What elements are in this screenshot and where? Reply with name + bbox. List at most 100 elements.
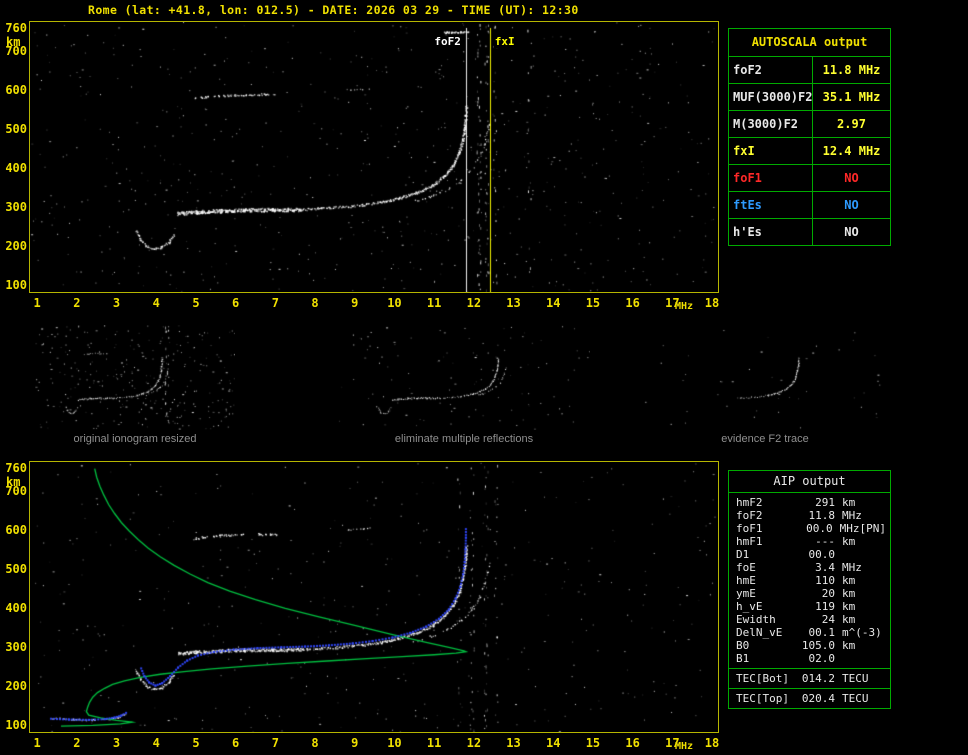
ionogram-canvas-top — [30, 22, 718, 292]
x-axis-unit-label: MHz — [675, 301, 694, 312]
parameter-label: h_vE — [736, 600, 763, 613]
x-tick-label: 13 — [506, 296, 521, 310]
parameter-value: 105.0 — [801, 639, 835, 652]
autoscala-row-ftes: ftEs NO — [729, 192, 890, 219]
y-tick-label: 500 — [5, 122, 27, 137]
parameter-label: hmF1 — [736, 535, 763, 548]
aip-row-hmf1: hmF1 --- km — [729, 535, 890, 548]
y-tick-label: 100 — [5, 278, 27, 293]
fxi-marker-label: fxI — [493, 35, 516, 48]
parameter-label: TEC[Top] — [736, 692, 789, 705]
autoscala-row-fof2: foF2 11.8 MHz — [729, 57, 890, 84]
parameter-label: fxI — [729, 138, 813, 164]
y-tick-label: 400 — [5, 601, 27, 616]
parameter-value: NO — [844, 171, 859, 185]
parameter-value: 20 — [821, 587, 835, 600]
aip-row-d1: D1 00.0 — [729, 548, 890, 561]
thumbnail-caption-eliminate-reflections: eliminate multiple reflections — [394, 433, 534, 445]
parameter-unit: km — [842, 496, 856, 509]
thumbnail-caption-original: original ionogram resized — [73, 433, 197, 445]
parameter-unit: km — [842, 613, 856, 626]
autoscala-table-header: AUTOSCALA output — [729, 29, 890, 57]
parameter-label: foF1 — [736, 522, 763, 535]
y-tick-label: 300 — [5, 200, 27, 215]
x-tick-label: 15 — [585, 296, 601, 310]
ionogram-canvas-bottom — [30, 462, 718, 732]
parameter-unit: TECU — [842, 692, 869, 705]
y-tick-label: 200 — [5, 239, 27, 254]
x-tick-label: 4 — [152, 296, 160, 310]
aip-row-delnve: DelN_vE 00.1 m^(-3) — [729, 626, 890, 639]
thumbnail-eliminate-reflections — [338, 325, 590, 434]
aip-output-table: AIP output hmF2 291 km foF2 11.8 MHz foF1 00.0 MH… — [728, 470, 891, 709]
parameter-unit: MHz — [842, 561, 862, 574]
parameter-value: NO — [844, 225, 859, 239]
parameter-label: foF1 — [729, 165, 813, 191]
parameter-label: M(3000)F2 — [729, 111, 813, 137]
parameter-label: foE — [736, 561, 756, 574]
x-tick-label: 16 — [625, 296, 640, 310]
x-tick-label: 9 — [351, 736, 359, 750]
parameter-label: Ewidth — [736, 613, 776, 626]
y-tick-label: 760 — [5, 460, 27, 475]
parameter-label: foF2 — [729, 57, 813, 83]
parameter-label: ftEs — [729, 192, 813, 218]
x-tick-label: 1 — [33, 736, 41, 750]
y-axis-unit-label: km — [6, 34, 21, 49]
station-date-title: Rome (lat: +41.8, lon: 012.5) - DATE: 20… — [88, 3, 579, 17]
y-tick-label: 760 — [5, 20, 27, 35]
thumbnail-canvas-evidence-f2 — [640, 325, 890, 430]
x-tick-label: 10 — [387, 296, 402, 310]
parameter-value: 35.1 MHz — [822, 90, 881, 104]
aip-row-tecbot: TEC[Bot] 014.2 TECU — [729, 668, 890, 685]
x-tick-label: 2 — [73, 736, 81, 750]
y-tick-label: 500 — [5, 562, 27, 577]
parameter-unit: MHz — [842, 509, 862, 522]
parameter-value: --- — [815, 535, 835, 548]
x-tick-label: 10 — [387, 736, 402, 750]
parameter-value: 12.4 MHz — [822, 144, 881, 158]
parameter-unit: MHz — [839, 522, 860, 535]
aip-row-yme: ymE 20 km — [729, 587, 890, 600]
parameter-label: hmF2 — [736, 496, 763, 509]
ionogram-plot-top — [29, 21, 719, 293]
aip-row-b1: B1 02.0 — [729, 652, 890, 665]
parameter-label: DelN_vE — [736, 626, 783, 639]
x-tick-label: 12 — [466, 296, 482, 310]
x-tick-label: 15 — [585, 736, 601, 750]
x-tick-label: 3 — [112, 296, 121, 310]
x-tick-label: 6 — [232, 296, 240, 310]
ionogram-plot-bottom — [29, 461, 719, 733]
aip-row-hve: h_vE 119 km — [729, 600, 890, 613]
x-axis-unit-label: MHz — [675, 741, 694, 752]
parameter-value: 11.8 MHz — [822, 63, 881, 77]
x-tick-label: 11 — [426, 296, 442, 310]
x-tick-label: 6 — [232, 736, 240, 750]
autoscala-row-m3000f2: M(3000)F2 2.97 — [729, 111, 890, 138]
aip-row-fof2: foF2 11.8 MHz — [729, 509, 890, 522]
parameter-unit: TECU — [842, 672, 869, 685]
x-tick-label: 3 — [112, 736, 121, 750]
aip-row-tectop: TEC[Top] 020.4 TECU — [729, 688, 890, 705]
aip-row-ewidth: Ewidth 24 km — [729, 613, 890, 626]
parameter-label: TEC[Bot] — [736, 672, 789, 685]
thumbnail-caption-evidence-f2: evidence F2 trace — [721, 433, 809, 445]
x-tick-label: 13 — [506, 736, 521, 750]
autoscala-row-fxi: fxI 12.4 MHz — [729, 138, 890, 165]
parameter-value: 00.0 — [808, 548, 836, 561]
x-tick-label: 2 — [73, 296, 81, 310]
x-tick-label: 14 — [546, 736, 561, 750]
autoscala-window: Rome (lat: +41.8, lon: 012.5) - DATE: 20… — [0, 0, 968, 755]
parameter-unit: km — [842, 600, 856, 613]
x-tick-label: 9 — [351, 296, 359, 310]
y-tick-label: 600 — [5, 83, 27, 98]
parameter-value: 119 — [815, 600, 835, 613]
parameter-unit: km — [842, 574, 856, 587]
x-tick-label: 18 — [704, 736, 720, 750]
parameter-label: h'Es — [729, 219, 813, 245]
y-tick-label: 300 — [5, 640, 27, 655]
y-tick-label: 400 — [5, 161, 27, 176]
x-tick-label: 5 — [192, 736, 200, 750]
x-tick-label: 7 — [271, 296, 279, 310]
parameter-label: ymE — [736, 587, 756, 600]
